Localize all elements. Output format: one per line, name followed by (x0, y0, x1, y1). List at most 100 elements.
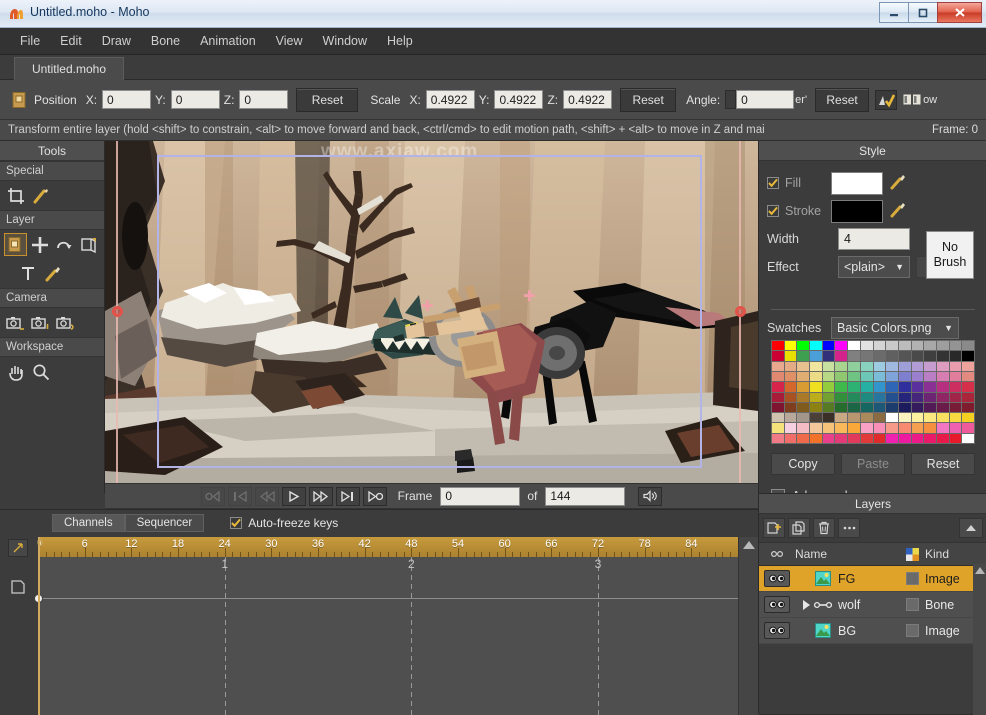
swatch-cell[interactable] (785, 351, 797, 360)
swatch-cell[interactable] (924, 423, 936, 432)
book-icon[interactable] (901, 90, 923, 110)
rotate-layer-tool[interactable] (53, 233, 75, 256)
swatch-cell[interactable] (810, 351, 822, 360)
swatch-cell[interactable] (772, 372, 784, 381)
swatch-cell[interactable] (886, 393, 898, 402)
swatch-cell[interactable] (772, 393, 784, 402)
swatch-cell[interactable] (899, 413, 911, 422)
swatch-cell[interactable] (924, 382, 936, 391)
swatch-cell[interactable] (924, 434, 936, 443)
angle-input[interactable]: 0 (736, 90, 794, 109)
fill-color-swatch[interactable] (831, 172, 883, 195)
swatch-cell[interactable] (848, 413, 860, 422)
swatch-cell[interactable] (772, 434, 784, 443)
menu-window[interactable]: Window (313, 30, 377, 52)
layer-row-fg[interactable]: FGImage (759, 566, 986, 592)
swatch-cell[interactable] (874, 413, 886, 422)
swatch-cell[interactable] (937, 423, 949, 432)
swatch-cell[interactable] (874, 393, 886, 402)
swatch-cell[interactable] (810, 341, 822, 350)
chevron-up-icon[interactable] (959, 518, 983, 538)
layer-color-swatch[interactable] (899, 572, 925, 585)
next-keyframe-button[interactable] (336, 487, 360, 506)
stroke-eyedropper-icon[interactable] (889, 201, 907, 221)
swatch-cell[interactable] (962, 423, 974, 432)
swatch-cell[interactable] (899, 393, 911, 402)
swatch-cell[interactable] (912, 423, 924, 432)
paste-button[interactable]: Paste (841, 453, 905, 475)
layer-options-button[interactable] (838, 518, 860, 538)
swatch-cell[interactable] (823, 341, 835, 350)
swatch-cell[interactable] (912, 434, 924, 443)
swatch-cell[interactable] (962, 351, 974, 360)
tab-channels[interactable]: Channels (52, 514, 125, 532)
angle-reset-button[interactable]: Reset (815, 88, 869, 112)
swatch-cell[interactable] (861, 351, 873, 360)
swatch-cell[interactable] (848, 362, 860, 371)
menu-animation[interactable]: Animation (190, 30, 266, 52)
swatch-cell[interactable] (937, 403, 949, 412)
scale-z-input[interactable]: 0.4922 (563, 90, 612, 109)
origin-handle-right[interactable] (735, 306, 746, 317)
layer-row-wolf[interactable]: wolfBone (759, 592, 986, 618)
swatch-cell[interactable] (962, 413, 974, 422)
position-y-input[interactable]: 0 (171, 90, 220, 109)
swatch-cell[interactable] (785, 372, 797, 381)
layer-expand-arrow[interactable] (799, 600, 813, 610)
previous-keyframe-button[interactable] (228, 487, 252, 506)
swatch-cell[interactable] (848, 351, 860, 360)
swatch-cell[interactable] (772, 351, 784, 360)
swatch-cell[interactable] (924, 403, 936, 412)
swatch-cell[interactable] (797, 351, 809, 360)
swatch-cell[interactable] (861, 434, 873, 443)
swatch-cell[interactable] (899, 434, 911, 443)
swatch-cell[interactable] (912, 372, 924, 381)
swatch-cell[interactable] (810, 413, 822, 422)
text-tool[interactable] (16, 262, 39, 285)
swatch-cell[interactable] (797, 382, 809, 391)
swatch-cell[interactable] (912, 393, 924, 402)
camera-roll-icon[interactable] (54, 311, 77, 334)
layer-visibility-toggle[interactable] (764, 622, 790, 639)
layer-row-bg[interactable]: BGImage (759, 618, 986, 644)
swatch-cell[interactable] (912, 351, 924, 360)
swatch-cell[interactable] (937, 393, 949, 402)
swatch-cell[interactable] (823, 434, 835, 443)
swatch-cell[interactable] (874, 362, 886, 371)
swatch-cell[interactable] (899, 372, 911, 381)
swatch-cell[interactable] (899, 341, 911, 350)
shear-layer-tool[interactable] (78, 233, 100, 256)
swatch-cell[interactable] (962, 393, 974, 402)
swatch-cell[interactable] (848, 372, 860, 381)
swatch-cell[interactable] (962, 403, 974, 412)
scale-reset-button[interactable]: Reset (620, 88, 676, 112)
swatch-cell[interactable] (835, 341, 847, 350)
swatch-cell[interactable] (886, 341, 898, 350)
swatch-cell[interactable] (950, 413, 962, 422)
swatch-cell[interactable] (962, 362, 974, 371)
swatch-cell[interactable] (835, 372, 847, 381)
swatch-cell[interactable] (861, 403, 873, 412)
swatch-cell[interactable] (950, 341, 962, 350)
swatch-cell[interactable] (835, 434, 847, 443)
swatch-cell[interactable] (848, 341, 860, 350)
timeline-ruler[interactable]: 0612182430364248546066727884 (38, 537, 738, 557)
swatch-cell[interactable] (785, 403, 797, 412)
swatch-cell[interactable] (823, 423, 835, 432)
swatch-cell[interactable] (950, 362, 962, 371)
swatch-cell[interactable] (899, 403, 911, 412)
swatch-cell[interactable] (950, 393, 962, 402)
swatch-cell[interactable] (886, 413, 898, 422)
swatch-cell[interactable] (962, 382, 974, 391)
timeline-scrollbar[interactable] (738, 537, 759, 715)
swatch-cell[interactable] (785, 434, 797, 443)
frame-input[interactable]: 0 (440, 487, 520, 506)
swatch-cell[interactable] (848, 382, 860, 391)
swatch-cell[interactable] (797, 423, 809, 432)
swatch-cell[interactable] (810, 403, 822, 412)
swatch-cell[interactable] (823, 351, 835, 360)
swatch-cell[interactable] (950, 372, 962, 381)
swatch-cell[interactable] (924, 393, 936, 402)
swatch-cell[interactable] (810, 434, 822, 443)
swatch-cell[interactable] (861, 372, 873, 381)
